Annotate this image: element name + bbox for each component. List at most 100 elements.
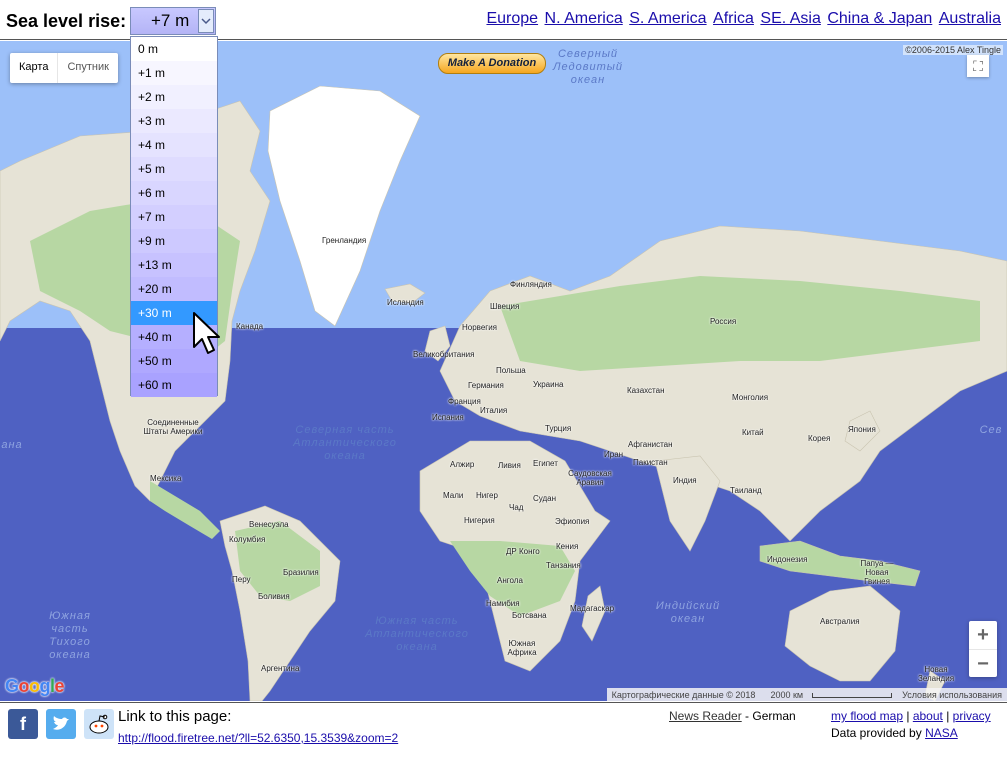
dropdown-option[interactable]: +3 m [131, 109, 217, 133]
sea-level-value: +7 m [151, 11, 190, 30]
my-flood-map-link[interactable]: my flood map [831, 709, 903, 723]
label-mexico: Мексика [150, 474, 182, 483]
region-link-africa[interactable]: Africa [713, 10, 754, 27]
zoom-in-button[interactable]: + [969, 621, 997, 649]
permalink[interactable]: http://flood.firetree.net/?ll=52.6350,15… [118, 731, 398, 745]
map-type-control: Карта Спутник [10, 53, 118, 83]
label-mali: Мали [443, 491, 464, 500]
label-indian-ocean: Индийский океан [655, 600, 721, 625]
label-italy: Италия [480, 406, 508, 415]
dropdown-option[interactable]: +13 m [131, 253, 217, 277]
dropdown-option[interactable]: +20 m [131, 277, 217, 301]
map-data-credit[interactable]: Картографические данные © 2018 [607, 690, 761, 700]
label-south-atlantic: Южная часть Атлантического океана [365, 615, 469, 653]
label-norway: Норвегия [462, 323, 498, 332]
dropdown-option[interactable]: +1 m [131, 61, 217, 85]
top-bar: Sea level rise: +7 m Europe N. America S… [0, 0, 1007, 40]
label-ethiopia: Эфиопия [555, 517, 590, 526]
nasa-link[interactable]: NASA [925, 726, 958, 740]
dropdown-option[interactable]: +60 m [131, 373, 217, 397]
label-papua: Папуа — Новая Гвинея [860, 559, 894, 586]
label-niger: Нигер [476, 491, 498, 500]
link-label: Link to this page: [118, 708, 232, 725]
label-botswana: Ботсвана [512, 611, 547, 620]
label-korea: Корея [808, 434, 831, 443]
label-colombia: Колумбия [229, 535, 266, 544]
map-type-map-button[interactable]: Карта [10, 53, 57, 83]
label-finland: Финляндия [510, 280, 552, 289]
label-pacific-right: Сев [979, 424, 1003, 436]
label-afghanistan: Афганистан [628, 440, 673, 449]
dropdown-option[interactable]: +7 m [131, 205, 217, 229]
label-indonesia: Индонезия [767, 555, 808, 564]
dropdown-option[interactable]: 0 m [131, 37, 217, 61]
region-link-south-america[interactable]: S. America [629, 10, 706, 27]
label-australia: Австралия [820, 617, 860, 626]
label-angola: Ангола [497, 576, 523, 585]
label-poland: Польша [496, 366, 526, 375]
about-link[interactable]: about [913, 709, 943, 723]
label-sweden: Швеция [490, 302, 520, 311]
mouse-cursor-icon [193, 312, 220, 354]
dropdown-option[interactable]: +9 m [131, 229, 217, 253]
label-bolivia: Боливия [258, 592, 290, 601]
facebook-icon[interactable]: f [8, 709, 38, 739]
label-venezuela: Венесуэла [249, 520, 289, 529]
region-link-europe[interactable]: Europe [486, 10, 538, 27]
terms-link[interactable]: Условия использования [897, 690, 1007, 700]
chevron-down-icon[interactable] [198, 9, 214, 33]
dropdown-option[interactable]: +4 m [131, 133, 217, 157]
reddit-icon[interactable] [84, 709, 114, 739]
region-link-se-asia[interactable]: SE. Asia [760, 10, 820, 27]
label-india: Индия [673, 476, 697, 485]
region-link-china-japan[interactable]: China & Japan [827, 10, 932, 27]
sea-level-select[interactable]: +7 m [130, 7, 216, 35]
sea-level-label: Sea level rise: [6, 11, 127, 31]
footer-links: my flood map | about | privacy [831, 709, 991, 723]
label-argentina: Аргентина [261, 664, 300, 673]
label-south-pacific: Южная часть Тихого океана [49, 610, 91, 661]
dropdown-option[interactable]: +5 m [131, 157, 217, 181]
label-france: Франция [448, 397, 481, 406]
label-libya: Ливия [498, 461, 521, 470]
label-usa: Соединенные Штаты Америки [143, 418, 203, 436]
label-south-africa: Южная Африка [507, 639, 537, 657]
privacy-link[interactable]: privacy [953, 709, 991, 723]
label-north-atlantic: Северная часть Атлантического океана [293, 424, 397, 462]
label-namibia: Намибия [486, 599, 520, 608]
map-attribution: Картографические данные © 2018 2000 км У… [606, 688, 1007, 701]
label-algeria: Алжир [450, 460, 475, 469]
label-mongolia: Монголия [732, 393, 769, 402]
label-sudan: Судан [533, 494, 557, 503]
label-germany: Германия [468, 381, 504, 390]
region-link-australia[interactable]: Australia [939, 10, 1001, 27]
twitter-icon[interactable] [46, 709, 76, 739]
label-thailand: Таиланд [730, 486, 762, 495]
fullscreen-icon[interactable]: ⛶ [967, 55, 989, 77]
label-uk: Великобритания [413, 350, 475, 359]
label-pakistan: Пакистан [633, 458, 668, 467]
label-peru: Перу [232, 575, 251, 584]
label-kenya: Кения [556, 542, 579, 551]
zoom-out-button[interactable]: − [969, 649, 997, 677]
label-kazakhstan: Казахстан [627, 386, 665, 395]
region-link-north-america[interactable]: N. America [545, 10, 623, 27]
label-china: Китай [742, 428, 764, 437]
label-nigeria: Нигерия [464, 516, 495, 525]
label-madagascar: Мадагаскар [570, 604, 615, 613]
label-russia: Россия [710, 317, 737, 326]
dropdown-option[interactable]: +6 m [131, 181, 217, 205]
scale-indicator[interactable]: 2000 км [760, 690, 897, 700]
label-arctic-ocean: Северный Ледовитый океан [553, 48, 623, 86]
google-logo[interactable]: Google [5, 676, 65, 697]
dropdown-option[interactable]: +2 m [131, 85, 217, 109]
label-iceland: Исландия [387, 298, 424, 307]
news-reader-link[interactable]: News Reader [669, 709, 742, 723]
map-type-satellite-button[interactable]: Спутник [57, 53, 117, 83]
label-drc: ДР Конго [506, 547, 540, 556]
label-greenland: Гренландия [322, 236, 367, 245]
label-iran: Иран [604, 450, 624, 459]
label-spain: Испания [432, 413, 464, 422]
donate-button[interactable]: Make A Donation [438, 53, 546, 74]
region-links: Europe N. America S. America Africa SE. … [484, 10, 1001, 28]
